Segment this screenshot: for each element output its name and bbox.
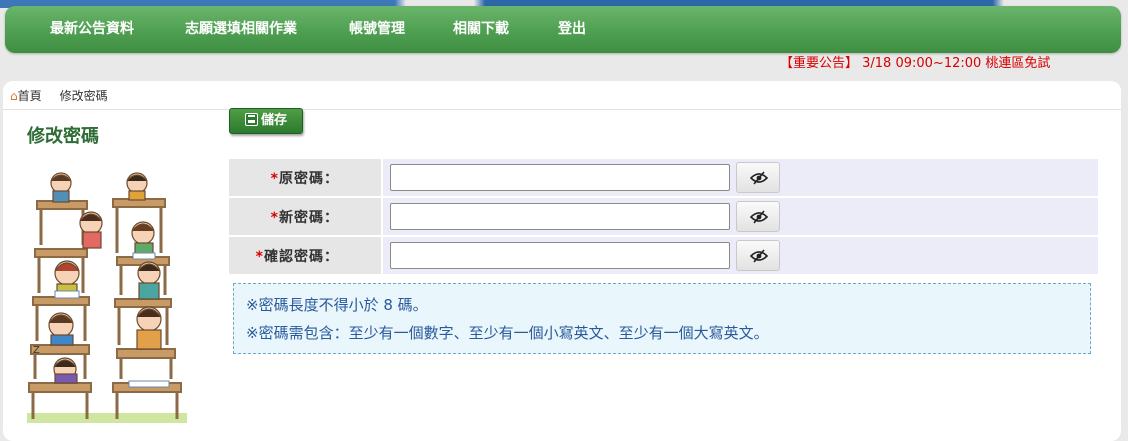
breadcrumb: ⌂首頁 修改密碼: [10, 89, 108, 103]
nav-item-account[interactable]: 帳號管理: [349, 6, 405, 53]
confirm-password-input[interactable]: [390, 242, 730, 269]
breadcrumb-divider: [3, 109, 1121, 110]
eye-slash-icon: [750, 171, 769, 185]
desk: [28, 382, 92, 393]
illustration-floor: [27, 413, 187, 423]
main-content: ⌂首頁 修改密碼 修改密碼 儲存 Z *原密碼： *新密碼： *確認密碼： ※密…: [3, 81, 1121, 441]
desk: [114, 298, 172, 308]
breadcrumb-home[interactable]: ⌂首頁: [10, 89, 42, 103]
svg-text:Z: Z: [33, 345, 40, 356]
new-password-label-text: 新密碼：: [279, 209, 339, 226]
eye-slash-icon: [750, 249, 769, 263]
new-password-input[interactable]: [390, 203, 730, 230]
form-row-old-password: *原密碼：: [229, 159, 1098, 198]
password-rule-length: ※密碼長度不得小於 8 碼。: [246, 296, 428, 314]
toggle-confirm-password-visibility-button[interactable]: [736, 240, 781, 271]
save-button[interactable]: 儲存: [229, 108, 303, 134]
old-password-label-text: 原密碼：: [279, 170, 339, 187]
nav-item-announcements[interactable]: 最新公告資料: [50, 6, 134, 53]
old-password-label: *原密碼：: [229, 159, 383, 198]
nav-item-logout[interactable]: 登出: [558, 6, 586, 53]
required-mark: *: [270, 170, 279, 187]
required-mark: *: [270, 209, 279, 226]
breadcrumb-home-label: 首頁: [17, 89, 42, 103]
breadcrumb-current: 修改密碼: [59, 89, 108, 103]
form-row-new-password: *新密碼：: [229, 198, 1098, 237]
toggle-new-password-visibility-button[interactable]: [736, 201, 781, 232]
password-rule-composition: ※密碼需包含：至少有一個數字、至少有一個小寫英文、至少有一個大寫英文。: [246, 324, 769, 342]
save-button-label: 儲存: [260, 113, 287, 128]
save-icon: [244, 113, 258, 126]
desk: [34, 248, 88, 258]
eye-slash-icon: [750, 210, 769, 224]
nav-item-preferences[interactable]: 志願選填相關作業: [185, 6, 297, 53]
home-icon: ⌂: [10, 89, 18, 103]
password-rules-notice: ※密碼長度不得小於 8 碼。 ※密碼需包含：至少有一個數字、至少有一個小寫英文、…: [233, 283, 1091, 354]
main-nav: 最新公告資料 志願選填相關作業 帳號管理 相關下載 登出: [5, 6, 1121, 53]
page-title: 修改密碼: [27, 126, 99, 147]
confirm-password-label: *確認密碼：: [229, 237, 383, 276]
required-mark: *: [255, 248, 264, 265]
new-password-label: *新密碼：: [229, 198, 383, 237]
old-password-input[interactable]: [390, 164, 730, 191]
nav-item-downloads[interactable]: 相關下載: [453, 6, 509, 53]
password-form: *原密碼： *新密碼： *確認密碼：: [229, 159, 1098, 276]
confirm-password-label-text: 確認密碼：: [264, 248, 339, 265]
desk: [116, 348, 176, 359]
students-illustration: Z: [27, 172, 187, 423]
toggle-old-password-visibility-button[interactable]: [736, 162, 781, 193]
form-row-confirm-password: *確認密碼：: [229, 237, 1098, 276]
announcement-marquee[interactable]: 【重要公告】 3/18 09:00~12:00 桃連區免試: [780, 55, 1128, 73]
